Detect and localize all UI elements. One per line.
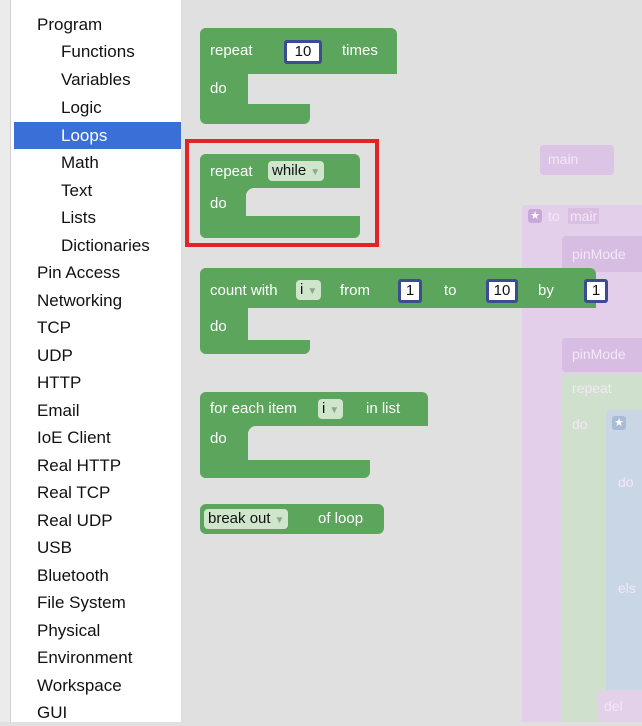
bg-pinmode-2[interactable]: pinMode (562, 338, 642, 372)
count-with-label: count with (210, 282, 278, 299)
bg-del-block[interactable]: del (598, 690, 642, 722)
from-value-input[interactable]: 1 (398, 279, 422, 303)
category-physical[interactable]: Physical (37, 617, 100, 644)
repeat-label: repeat (210, 42, 253, 59)
category-real-tcp[interactable]: Real TCP (37, 479, 110, 506)
category-http[interactable]: HTTP (37, 369, 81, 396)
category-text[interactable]: Text (61, 177, 92, 204)
bg-if-block[interactable]: ★ do els (606, 410, 642, 710)
in-list-label: in list (366, 400, 401, 417)
category-real-udp[interactable]: Real UDP (37, 507, 113, 534)
bg-inner-do: do (618, 474, 634, 490)
category-tcp[interactable]: TCP (37, 314, 71, 341)
bg-do-label: do (572, 416, 588, 432)
category-file-system[interactable]: File System (37, 589, 126, 616)
bg-del-label: del (604, 698, 623, 714)
bg-to-label: to (548, 208, 560, 224)
to-label: to (444, 282, 457, 299)
bg-main-block[interactable]: main (540, 145, 614, 175)
category-networking[interactable]: Networking (37, 287, 122, 314)
highlight-box (185, 139, 379, 247)
do-label: do (210, 318, 227, 335)
category-variables[interactable]: Variables (61, 66, 131, 93)
category-pin-access[interactable]: Pin Access (37, 259, 120, 286)
bg-pinmode-label-2: pinMode (572, 346, 626, 362)
bg-repeat-label: repeat (572, 380, 612, 396)
count-variable-dropdown[interactable]: i ▼ (296, 280, 322, 300)
star-icon[interactable]: ★ (528, 209, 542, 223)
category-functions[interactable]: Functions (61, 38, 135, 65)
toolbox-sidebar: Program Functions Variables Logic Loops … (0, 0, 181, 722)
bg-to-name: mair (568, 208, 600, 224)
by-value-input[interactable]: 1 (584, 279, 608, 303)
category-workspace[interactable]: Workspace (37, 672, 122, 699)
gear-icon[interactable]: ★ (612, 416, 626, 430)
for-each-variable-value: i (322, 400, 326, 417)
break-mode-value: break out (208, 510, 271, 527)
category-udp[interactable]: UDP (37, 342, 73, 369)
category-dictionaries[interactable]: Dictionaries (61, 232, 150, 259)
of-loop-label: of loop (318, 510, 364, 527)
category-loops[interactable]: Loops (14, 122, 181, 149)
times-label: times (342, 42, 378, 59)
by-label: by (538, 282, 554, 299)
category-math[interactable]: Math (61, 149, 99, 176)
chevron-down-icon: ▼ (274, 515, 285, 526)
category-lists[interactable]: Lists (61, 204, 96, 231)
do-label: do (210, 80, 227, 97)
to-value-input[interactable]: 10 (486, 279, 518, 303)
category-program[interactable]: Program (37, 11, 102, 38)
bg-pinmode-label-1: pinMode (572, 246, 626, 262)
category-real-http[interactable]: Real HTTP (37, 452, 121, 479)
from-label: from (340, 282, 370, 299)
blockly-workspace[interactable]: main ★ to mair pinMode pinMode repeat do… (182, 0, 642, 722)
bg-else-label: els (618, 580, 636, 596)
count-variable-value: i (300, 281, 304, 298)
category-usb[interactable]: USB (37, 534, 72, 561)
toolbox-edge (0, 0, 11, 722)
category-logic[interactable]: Logic (61, 94, 102, 121)
for-each-variable-dropdown[interactable]: i ▼ (318, 399, 344, 419)
chevron-down-icon: ▼ (329, 405, 340, 416)
category-environment[interactable]: Environment (37, 644, 132, 671)
category-ioe-client[interactable]: IoE Client (37, 424, 111, 451)
break-mode-dropdown[interactable]: break out ▼ (204, 509, 289, 529)
category-email[interactable]: Email (37, 397, 80, 424)
repeat-count-input[interactable]: 10 (284, 40, 322, 64)
do-label: do (210, 430, 227, 447)
category-bluetooth[interactable]: Bluetooth (37, 562, 109, 589)
for-each-label: for each item (210, 400, 297, 417)
chevron-down-icon: ▼ (307, 286, 318, 297)
bg-main-label: main (548, 151, 579, 167)
bg-pinmode-1[interactable]: pinMode (562, 236, 642, 272)
